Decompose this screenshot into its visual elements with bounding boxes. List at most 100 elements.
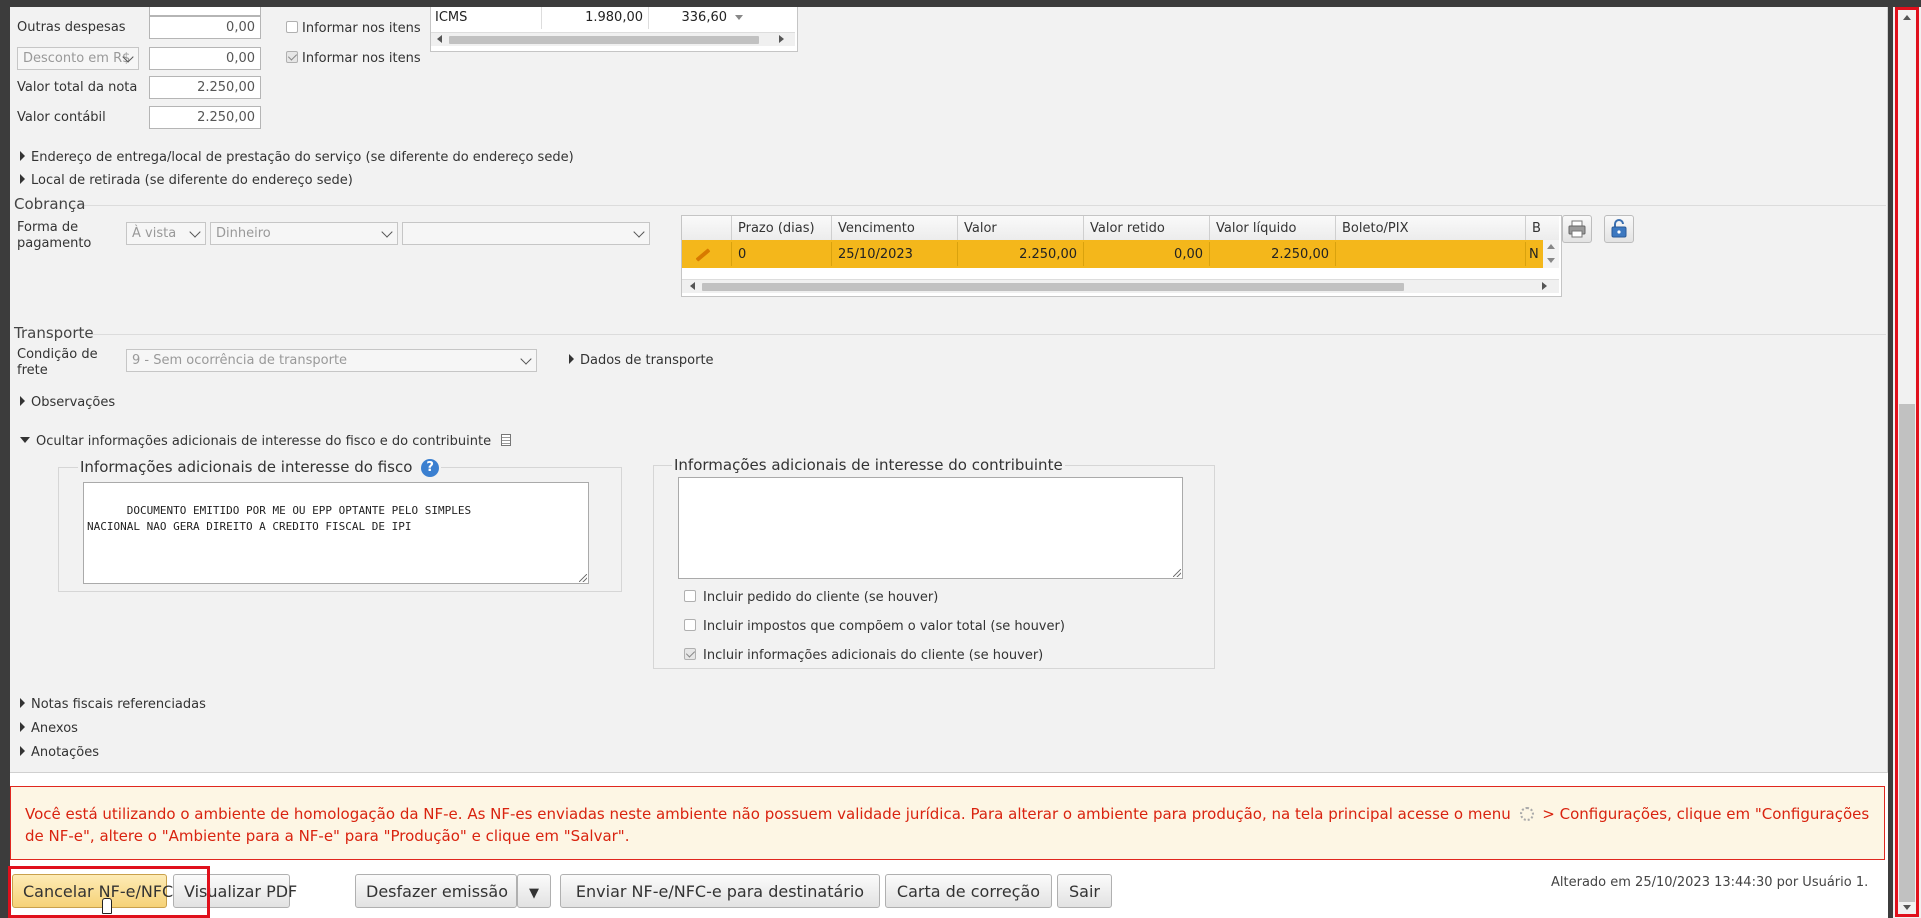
gear-icon[interactable]	[1519, 807, 1534, 821]
tax-grid-hscroll[interactable]	[431, 32, 795, 46]
scroll-left-icon[interactable]	[437, 35, 442, 43]
grid-header-prazo[interactable]: Prazo (dias)	[732, 216, 832, 240]
tax-grid: ICMS 1.980,00 336,60	[430, 7, 798, 52]
parcela-row[interactable]: 0 25/10/2023 2.250,00 0,00 2.250,00 N	[682, 240, 1543, 268]
mouse-cursor-icon	[102, 898, 112, 914]
scroll-right-icon[interactable]	[1542, 282, 1547, 290]
informar-itens-checkbox-1[interactable]	[286, 21, 298, 33]
scroll-down-icon[interactable]	[1903, 905, 1911, 910]
anotacoes-label: Anotações	[31, 745, 100, 760]
homologacao-warning: Você está utilizando o ambiente de homol…	[10, 786, 1885, 860]
page-vscrollbar[interactable]	[1893, 7, 1921, 918]
parcelas-vscroll[interactable]	[1543, 240, 1559, 268]
chevron-down-icon	[633, 226, 645, 238]
boleto-cell	[1336, 242, 1526, 266]
scroll-right-icon[interactable]	[779, 35, 784, 43]
grid-header-edit	[682, 216, 732, 240]
anexos-label: Anexos	[31, 721, 78, 736]
scroll-left-icon[interactable]	[690, 282, 695, 290]
valor-total-input[interactable]: 2.250,00	[149, 76, 261, 99]
info-contribuinte-textarea[interactable]	[678, 477, 1183, 579]
condicao-frete-select[interactable]: 9 - Sem ocorrência de transporte	[126, 349, 537, 372]
visualizar-pdf-button[interactable]: Visualizar PDF	[173, 874, 297, 908]
info-fisco-textarea[interactable]: DOCUMENTO EMITIDO POR ME OU EPP OPTANTE …	[83, 482, 589, 584]
notas-referenciadas-label: Notas fiscais referenciadas	[31, 697, 206, 712]
ocultar-info-toggle[interactable]: Ocultar informações adicionais de intere…	[20, 434, 512, 449]
cancelar-nfe-button[interactable]: Cancelar NF-e/NFC-e	[12, 874, 189, 908]
desfazer-emissao-dropdown[interactable]: ▼	[517, 874, 551, 908]
incluir-pedido-checkbox[interactable]	[684, 590, 696, 602]
ocultar-info-label: Ocultar informações adicionais de intere…	[36, 434, 492, 449]
forma-pagamento-select-1[interactable]: À vista	[126, 222, 206, 245]
chevron-down-icon	[381, 226, 393, 238]
invoice-window: Outras despesas 0,00 Informar nos itens …	[10, 7, 1888, 918]
caret-down-icon	[20, 437, 30, 443]
caret-right-icon	[20, 174, 25, 184]
grid-divider	[648, 7, 649, 29]
invoice-form-panel: Outras despesas 0,00 Informar nos itens …	[10, 7, 1888, 773]
tax-grid-row[interactable]: ICMS 1.980,00 336,60	[431, 7, 797, 29]
endereco-entrega-toggle[interactable]: Endereço de entrega/local de prestação d…	[20, 150, 574, 165]
enviar-destinatario-button[interactable]: Enviar NF-e/NFC-e para destinatário	[560, 874, 880, 908]
anexos-toggle[interactable]: Anexos	[20, 721, 78, 736]
outras-despesas-input[interactable]: 0,00	[149, 16, 261, 39]
notas-referenciadas-toggle[interactable]: Notas fiscais referenciadas	[20, 697, 206, 712]
edit-cell[interactable]	[682, 242, 732, 266]
outras-despesas-label: Outras despesas	[17, 20, 126, 35]
info-contribuinte-legend: Informações adicionais de interesse do c…	[672, 456, 1065, 474]
resize-grip-icon[interactable]	[579, 574, 587, 582]
scroll-up-icon[interactable]	[1547, 244, 1555, 249]
informar-itens-checkbox-2[interactable]	[286, 51, 298, 63]
anotacoes-toggle[interactable]: Anotações	[20, 745, 99, 760]
unlock-button[interactable]	[1604, 215, 1634, 243]
valor-contabil-input[interactable]: 2.250,00	[149, 106, 261, 129]
local-retirada-toggle[interactable]: Local de retirada (se diferente do ender…	[20, 173, 353, 188]
forma-pagamento-select-3[interactable]	[402, 222, 650, 245]
partial-field-top[interactable]	[149, 7, 261, 16]
grid-header-valor[interactable]: Valor	[958, 216, 1084, 240]
observacoes-toggle[interactable]: Observações	[20, 395, 115, 410]
tax-value-cell: 336,60	[681, 10, 728, 25]
forma-pagamento-value-1: À vista	[132, 226, 177, 241]
printer-icon	[1568, 220, 1586, 238]
carta-correcao-button[interactable]: Carta de correção	[885, 874, 1052, 908]
dados-transporte-toggle[interactable]: Dados de transporte	[569, 353, 714, 368]
forma-pagamento-label: Forma de pagamento	[17, 220, 92, 251]
print-button[interactable]	[1562, 215, 1592, 243]
informar-itens-label-1: Informar nos itens	[302, 21, 421, 36]
incluir-impostos-checkbox[interactable]	[684, 619, 696, 631]
desfazer-emissao-button[interactable]: Desfazer emissão	[355, 874, 517, 908]
informar-itens-label-2: Informar nos itens	[302, 51, 421, 66]
resize-grip-icon[interactable]	[1173, 569, 1181, 577]
incluir-impostos-label: Incluir impostos que compõem o valor tot…	[703, 619, 1065, 634]
parcelas-hscroll[interactable]	[682, 279, 1559, 293]
parcelas-grid: Prazo (dias) Vencimento Valor Valor reti…	[681, 215, 1562, 297]
incluir-info-cliente-checkbox[interactable]	[684, 648, 696, 660]
grid-header-valor-retido[interactable]: Valor retido	[1084, 216, 1210, 240]
scroll-thumb[interactable]	[1899, 404, 1915, 902]
grid-header-boleto[interactable]: Boleto/PIX	[1336, 216, 1526, 240]
transporte-divider	[82, 334, 1886, 335]
scroll-down-icon[interactable]	[735, 15, 743, 20]
help-icon[interactable]: ?	[421, 459, 440, 477]
grid-header-vencimento[interactable]: Vencimento	[832, 216, 958, 240]
valor-cell: 2.250,00	[958, 242, 1084, 266]
caret-right-icon	[20, 698, 25, 708]
sair-button[interactable]: Sair	[1057, 874, 1112, 908]
scroll-thumb[interactable]	[449, 36, 759, 44]
pencil-icon[interactable]	[695, 248, 711, 262]
scroll-down-icon[interactable]	[1547, 258, 1555, 263]
scroll-thumb[interactable]	[702, 283, 1404, 291]
caret-right-icon	[20, 722, 25, 732]
desconto-input[interactable]: 0,00	[149, 47, 261, 70]
grid-header-b[interactable]: B	[1526, 216, 1559, 240]
grid-header-valor-liquido[interactable]: Valor líquido	[1210, 216, 1336, 240]
caret-right-icon	[20, 396, 25, 406]
caret-right-icon	[20, 151, 25, 161]
desconto-select[interactable]: Desconto em R$	[17, 47, 139, 70]
forma-pagamento-select-2[interactable]: Dinheiro	[210, 222, 398, 245]
desconto-select-value: Desconto em R$	[23, 51, 131, 66]
document-icon	[501, 434, 512, 446]
chevron-down-icon	[520, 353, 532, 365]
scroll-up-icon[interactable]	[1903, 15, 1911, 20]
